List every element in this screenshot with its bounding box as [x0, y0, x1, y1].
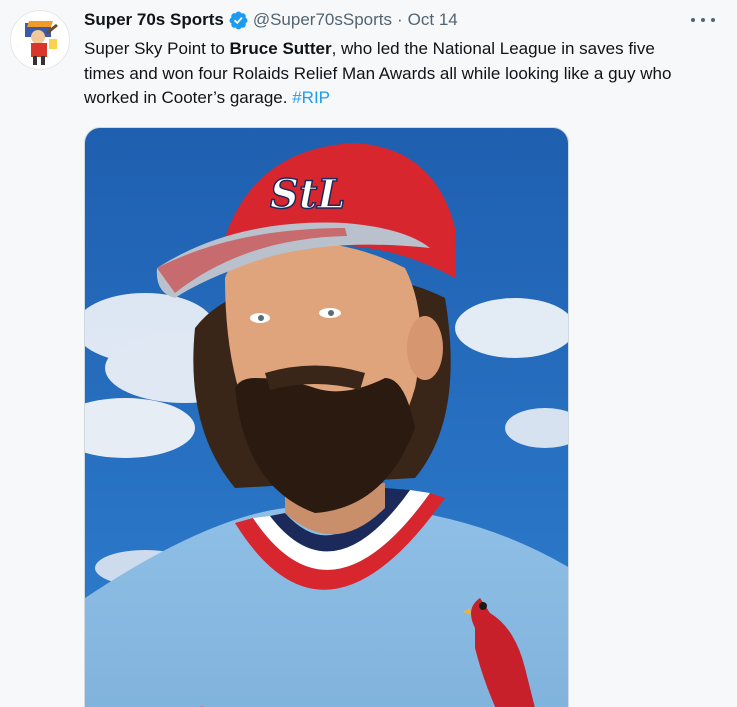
tweet-date[interactable]: Oct 14: [408, 8, 458, 32]
tweet-content: Super 70s Sports @Super70sSports · Oct 1…: [84, 8, 694, 111]
tweet-text: Super Sky Point to Bruce Sutter, who led…: [84, 37, 694, 111]
display-name[interactable]: Super 70s Sports: [84, 8, 224, 32]
tweet-header: Super 70s Sports @Super70sSports · Oct 1…: [84, 8, 694, 32]
tweet-photo[interactable]: StL: [84, 127, 569, 707]
tweet[interactable]: Super 70s Sports @Super70sSports · Oct 1…: [0, 0, 737, 707]
svg-text:StL: StL: [270, 171, 346, 218]
mention-bold-name: Bruce Sutter: [229, 39, 332, 58]
user-handle[interactable]: @Super70sSports: [253, 8, 392, 32]
avatar[interactable]: [10, 10, 70, 70]
photo-image: StL: [85, 128, 568, 707]
avatar-image: [11, 11, 69, 69]
more-options-icon[interactable]: [691, 12, 715, 28]
verified-badge-icon: [228, 10, 249, 31]
hashtag-link[interactable]: #RIP: [292, 88, 330, 107]
tweet-text-part1: Super Sky Point to: [84, 39, 230, 58]
separator-dot: ·: [397, 10, 403, 29]
